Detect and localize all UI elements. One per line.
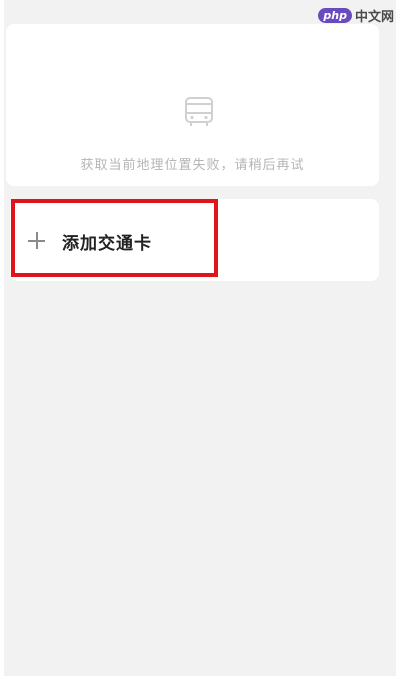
plus-icon — [28, 232, 45, 249]
watermark-badge: php — [318, 7, 352, 23]
watermark-text: 中文网 — [354, 9, 394, 25]
bus-icon — [185, 97, 213, 126]
watermark: php 中文网 — [318, 4, 394, 26]
location-error-message: 获取当前地理位置失败，请稍后再试 — [80, 158, 305, 173]
add-transit-card-label: 添加交通卡 — [62, 234, 152, 254]
location-card: 获取当前地理位置失败，请稍后再试 — [6, 24, 379, 186]
